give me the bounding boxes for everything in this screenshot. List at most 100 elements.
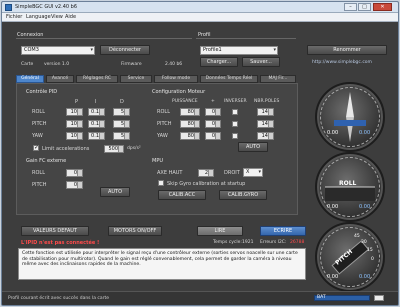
horizon-icon — [325, 186, 375, 201]
tab-follow-mode[interactable]: Follow mode — [154, 75, 198, 83]
pid-pitch-p[interactable]: 10 — [66, 120, 83, 128]
limit-accelerations-unit: dps/s² — [127, 146, 141, 151]
cycle-time-label: Temps cycle: — [213, 240, 242, 245]
pid-col-d: D — [120, 99, 124, 105]
pid-row-label: YAW — [32, 133, 43, 139]
limit-accelerations-checkbox[interactable] — [33, 144, 39, 151]
motor-yaw-poles[interactable]: 14 — [257, 132, 274, 140]
yaw-indicator: 0.00 0.00 — [315, 82, 385, 152]
motor-yaw-invert-checkbox[interactable] — [232, 133, 238, 139]
battery-indicator — [374, 295, 384, 301]
yaw-right-value: 0.00 — [359, 130, 371, 136]
load-profile-button[interactable]: Charger... — [200, 57, 238, 67]
divider — [196, 38, 296, 39]
motor-row-label: YAW — [157, 133, 168, 139]
pid-pitch-i[interactable]: 0.1 — [88, 120, 105, 128]
read-button[interactable]: LIRE — [197, 226, 243, 236]
tab-reglages-rc[interactable]: Réglages RC — [76, 75, 118, 83]
app-window: SimpleBGC GUI v2.40 b6 – □ ✕ Fichier Lan… — [1, 1, 399, 306]
i2c-errors-label: Erreurs I2C: — [260, 240, 287, 245]
menu-fichier[interactable]: Fichier — [6, 14, 22, 20]
motors-col-poles: NBR.POLES — [254, 99, 280, 104]
motor-pitch-invert-checkbox[interactable] — [232, 121, 238, 127]
tab-avance[interactable]: Avancé — [46, 75, 74, 83]
roll-right-value: 0.00 — [359, 204, 371, 210]
motor-pitch-poles[interactable]: 14 — [257, 120, 274, 128]
profile-select[interactable]: Profile1 — [200, 46, 278, 55]
status-message: Profil courant écrit avec succès dans la… — [8, 296, 110, 301]
motors-col-power: PUISSANCE — [172, 99, 198, 104]
disconnect-button[interactable]: Déconnecter — [100, 45, 150, 55]
limit-accelerations-input[interactable]: 500 — [104, 145, 124, 153]
maximize-button[interactable]: □ — [358, 3, 371, 11]
menu-bar: Fichier Language View Aide — [2, 13, 398, 22]
pid-roll-p[interactable]: 10 — [66, 108, 83, 116]
pid-roll-d[interactable]: 5 — [113, 108, 130, 116]
pid-yaw-i[interactable]: 0.1 — [88, 132, 105, 140]
gain-pitch-input[interactable]: 0 — [66, 181, 83, 189]
motor-roll-power[interactable]: 80 — [180, 108, 200, 116]
roll-indicator: ROLL 0.00 0.00 — [315, 152, 385, 222]
droit-label: DROIT — [224, 170, 240, 176]
calib-gyro-button[interactable]: CALIB.GYRO — [219, 190, 267, 200]
droit-select[interactable]: X — [243, 168, 263, 177]
carte-value: version 1.0 — [44, 62, 70, 67]
menu-view[interactable]: View — [51, 14, 63, 20]
rename-button[interactable]: Renommer — [307, 45, 387, 55]
motors-toggle-button[interactable]: MOTORS ON/OFF — [108, 226, 162, 236]
compass-needle-icon — [334, 92, 366, 142]
gain-roll-input[interactable]: 0 — [66, 169, 83, 177]
gain-heading: Gain FC externe — [26, 158, 67, 164]
save-profile-button[interactable]: Sauver... — [242, 57, 280, 67]
motors-col-plus: + — [211, 99, 215, 104]
app-icon — [5, 4, 12, 11]
motor-roll-plus[interactable]: 0 — [205, 108, 221, 116]
pitch-scale-15: 15 — [367, 248, 373, 253]
defaults-button[interactable]: VALEURS DEFAUT — [21, 226, 89, 236]
calib-acc-button[interactable]: CALIB.ACC — [158, 190, 206, 200]
tab-maj-firmware[interactable]: MAJ Fir... — [260, 75, 296, 83]
axe-haut-input[interactable]: 2 — [198, 169, 214, 177]
motors-auto-button[interactable]: AUTO — [238, 142, 268, 152]
motor-row-label: ROLL — [157, 109, 170, 115]
yaw-left-value: 0.00 — [327, 130, 339, 136]
help-text: Cette fonction est utilisée pour interpr… — [18, 248, 306, 280]
skip-gyro-checkbox[interactable] — [158, 180, 164, 186]
motor-yaw-power[interactable]: 80 — [180, 132, 200, 140]
tab-bar: Général Avancé Réglages RC Service Follo… — [16, 75, 296, 83]
tab-service[interactable]: Service — [120, 75, 152, 83]
port-select[interactable]: COM3 — [21, 46, 95, 55]
menu-language[interactable]: Language — [26, 14, 51, 20]
tab-donnees-temps-reel[interactable]: Données Temps Réel — [200, 75, 258, 83]
close-button[interactable]: ✕ — [373, 3, 392, 11]
motor-roll-invert-checkbox[interactable] — [232, 109, 238, 115]
motor-row-label: PITCH — [157, 121, 172, 127]
menu-aide[interactable]: Aide — [65, 14, 76, 20]
pitch-scale-45: 45 — [354, 234, 360, 239]
pid-col-i: I — [95, 99, 97, 105]
motor-yaw-plus[interactable]: 0 — [205, 132, 221, 140]
website-link[interactable]: http://www.simplebgc.com — [312, 60, 372, 65]
roll-left-value: 0.00 — [327, 204, 339, 210]
pid-pitch-d[interactable]: 5 — [113, 120, 130, 128]
motor-pitch-plus[interactable]: 0 — [205, 120, 221, 128]
pid-heading: Contrôle PID — [26, 89, 58, 95]
status-bar: Profil courant écrit avec succès dans la… — [2, 291, 398, 305]
pitch-scale-0: 0 — [371, 257, 374, 262]
write-button[interactable]: ECRIRE — [260, 226, 306, 236]
minimize-button[interactable]: – — [344, 3, 357, 11]
pid-yaw-p[interactable]: 10 — [66, 132, 83, 140]
tab-general[interactable]: Général — [16, 75, 44, 83]
pid-yaw-d[interactable]: 5 — [113, 132, 130, 140]
motor-pitch-power[interactable]: 80 — [180, 120, 200, 128]
motor-roll-poles[interactable]: 14 — [257, 108, 274, 116]
axe-haut-label: AXE HAUT — [157, 170, 183, 176]
roll-caption: ROLL — [339, 180, 357, 187]
pid-roll-i[interactable]: 0.1 — [88, 108, 105, 116]
gain-auto-button[interactable]: AUTO — [100, 187, 130, 197]
pitch-indicator: 45 30 15 0 PITCH 0.00 0.00 — [315, 222, 385, 292]
firmware-label: Firmware — [121, 62, 142, 67]
pitch-left-value: 0.00 — [327, 274, 339, 280]
pitch-right-value: 0.00 — [359, 274, 371, 280]
divider — [16, 38, 192, 39]
